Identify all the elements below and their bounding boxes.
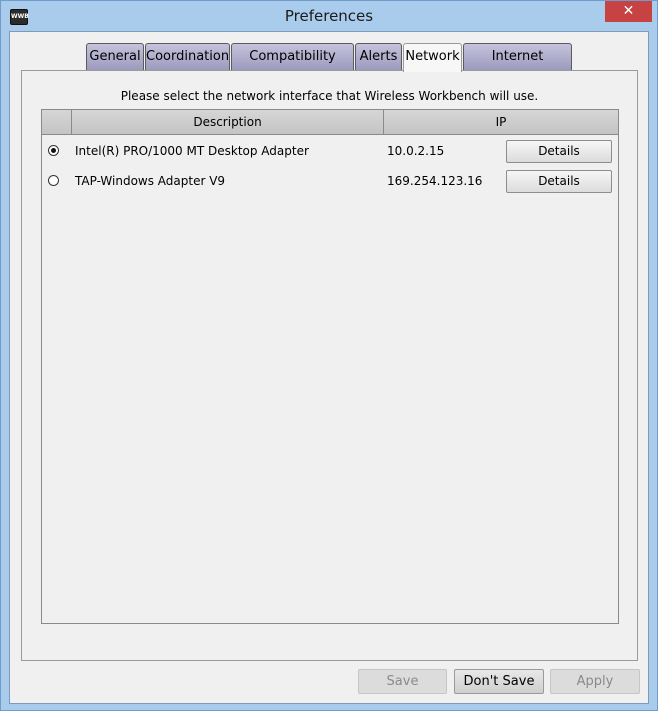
close-button[interactable]: ✕	[605, 1, 652, 22]
adapter-radio[interactable]	[48, 145, 59, 156]
tab-network[interactable]: Network	[403, 43, 462, 72]
table-row[interactable]: TAP-Windows Adapter V9 169.254.123.16 De…	[42, 167, 618, 195]
preferences-window: WWB Preferences ✕ General Coordination C…	[0, 0, 658, 711]
adapter-table: Description IP Intel(R) PRO/1000 MT Desk…	[41, 109, 619, 624]
description-column-header[interactable]: Description	[72, 110, 384, 134]
table-row[interactable]: Intel(R) PRO/1000 MT Desktop Adapter 10.…	[42, 137, 618, 165]
tab-compatibility-level[interactable]: Compatibility Level	[231, 43, 354, 90]
instruction-text: Please select the network interface that…	[120, 89, 539, 103]
adapter-radio[interactable]	[48, 175, 59, 186]
tab-internet-updates[interactable]: Internet Updates	[463, 43, 572, 90]
title-bar: WWB Preferences ✕	[1, 1, 657, 31]
save-button[interactable]: Save	[358, 669, 447, 694]
details-button[interactable]: Details	[506, 140, 612, 163]
dialog-body: General Coordination Compatibility Level…	[9, 31, 649, 704]
table-header: Description IP	[42, 110, 618, 135]
details-button[interactable]: Details	[506, 170, 612, 193]
adapter-ip: 169.254.123.16	[387, 174, 483, 188]
window-title: Preferences	[284, 7, 374, 25]
adapter-description: Intel(R) PRO/1000 MT Desktop Adapter	[75, 144, 309, 158]
tab-alerts[interactable]: Alerts	[355, 43, 402, 70]
dont-save-button[interactable]: Don't Save	[454, 669, 544, 694]
select-column-header	[42, 110, 72, 134]
ip-column-header[interactable]: IP	[384, 110, 618, 134]
close-icon: ✕	[622, 3, 635, 19]
adapter-ip: 10.0.2.15	[387, 144, 445, 158]
apply-button[interactable]: Apply	[550, 669, 640, 694]
network-tab-panel: Please select the network interface that…	[21, 70, 638, 661]
adapter-description: TAP-Windows Adapter V9	[75, 174, 226, 188]
tab-coordination[interactable]: Coordination	[145, 43, 230, 70]
tab-general[interactable]: General	[86, 43, 144, 70]
